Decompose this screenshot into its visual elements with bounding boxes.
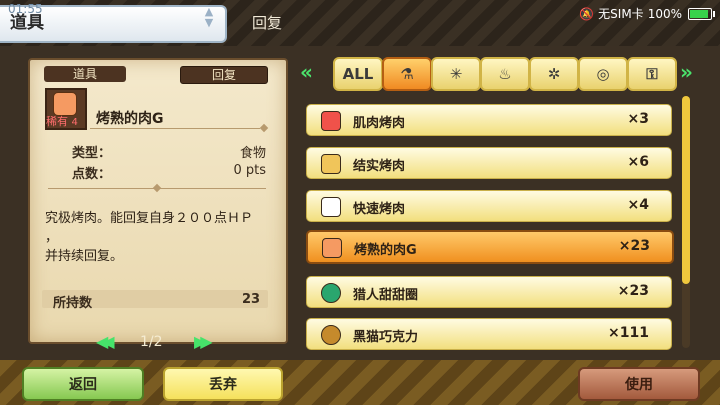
mute-bell-icon: 🔕 — [579, 6, 595, 21]
item-row[interactable]: 烤熟的肉G ×23 — [306, 230, 674, 264]
page-indicator: 1/2 — [140, 334, 163, 350]
page-title: 道具 — [10, 13, 44, 33]
type-label: 类型： — [72, 146, 112, 161]
item-count: ×111 — [608, 325, 649, 341]
description-line: 并持续回复。 — [45, 249, 124, 264]
tab-ammo[interactable]: ✳ — [431, 57, 481, 91]
item-count: ×23 — [617, 283, 649, 299]
meat-face-icon — [321, 154, 341, 174]
item-name: 猎人甜甜圈 — [353, 288, 419, 303]
battery-icon — [688, 7, 715, 20]
rarity-badge: 稀有 4 — [46, 113, 78, 129]
discard-button[interactable]: 丢弃 — [163, 367, 283, 401]
item-name: 结实烤肉 — [353, 159, 406, 174]
tab-next-icon[interactable]: » — [680, 60, 693, 84]
bag-icon: ♨ — [498, 65, 512, 83]
battery-text: 100% — [647, 6, 682, 21]
item-count: ×23 — [618, 238, 650, 254]
carrier-text: 无SIM卡 — [598, 7, 644, 21]
bug-icon: ✲ — [547, 65, 561, 83]
item-row[interactable]: 黑猫巧克力 ×111 — [306, 318, 672, 350]
item-name: 黑猫巧克力 — [353, 330, 419, 345]
item-count: ×6 — [627, 154, 649, 170]
item-row[interactable]: 肌肉烤肉 ×3 — [306, 104, 672, 136]
food-ring-icon — [321, 283, 341, 303]
scrollbar-thumb[interactable] — [682, 96, 690, 284]
description-line: 究极烤肉。能回复自身２００点ＨＰ — [45, 211, 254, 226]
next-page-icon[interactable]: ▶▶ — [194, 332, 212, 351]
tab-bag[interactable]: ♨ — [480, 57, 530, 91]
rarity-value: 4 — [71, 117, 78, 128]
back-button[interactable]: 返回 — [22, 367, 144, 401]
item-row[interactable]: 结实烤肉 ×6 — [306, 147, 672, 179]
divider — [90, 128, 260, 129]
item-row[interactable]: 猎人甜甜圈 ×23 — [306, 276, 672, 308]
tab-potion[interactable]: ⚗ — [382, 57, 432, 91]
rarity-label: 稀有 — [46, 115, 68, 128]
item-name: 烤熟的肉G — [354, 243, 417, 258]
tab-egg[interactable]: ◎ — [578, 57, 628, 91]
egg-icon: ◎ — [596, 65, 610, 83]
item-count: ×3 — [627, 111, 649, 127]
item-description: 究极烤肉。能回复自身２００点ＨＰ ， 并持续回复。 — [45, 206, 275, 270]
owned-label: 所持数 — [53, 296, 93, 311]
category-label: 道具 — [44, 66, 126, 82]
tab-bug[interactable]: ✲ — [529, 57, 579, 91]
meat-face-icon — [321, 111, 341, 131]
item-name: 快速烤肉 — [353, 202, 406, 217]
title-scroll-arrows-icon[interactable]: ▲ ▼ — [201, 6, 217, 28]
status-indicators: 🔕 无SIM卡 100% — [579, 5, 715, 22]
item-row[interactable]: 快速烤肉 ×4 — [306, 190, 672, 222]
item-name: 烤熟的肉G — [96, 111, 164, 127]
bottle-icon: ⚗ — [400, 65, 414, 83]
meat-face-icon — [322, 238, 342, 258]
tab-prev-icon[interactable]: « — [300, 60, 313, 84]
subcategory-label: 回复 — [180, 66, 268, 84]
points-label: 点数： — [72, 167, 112, 182]
use-button[interactable]: 使用 — [578, 367, 700, 401]
page-subtitle: 回复 — [252, 14, 283, 32]
meat-face-icon — [321, 197, 341, 217]
key-icon: ⚿ — [646, 65, 658, 83]
points-value: 0 pts — [233, 163, 266, 178]
item-name: 肌肉烤肉 — [353, 116, 406, 131]
tab-all[interactable]: ALL — [333, 57, 383, 91]
item-count: ×4 — [627, 197, 649, 213]
description-line: ， — [45, 230, 59, 245]
food-ring-icon — [321, 325, 341, 345]
owned-value: 23 — [242, 292, 261, 307]
tab-all-label: ALL — [342, 65, 374, 83]
type-value: 食物 — [239, 146, 266, 161]
prev-page-icon[interactable]: ◀◀ — [96, 332, 114, 351]
tab-key[interactable]: ⚿ — [627, 57, 677, 91]
spark-icon: ✳ — [449, 65, 463, 83]
